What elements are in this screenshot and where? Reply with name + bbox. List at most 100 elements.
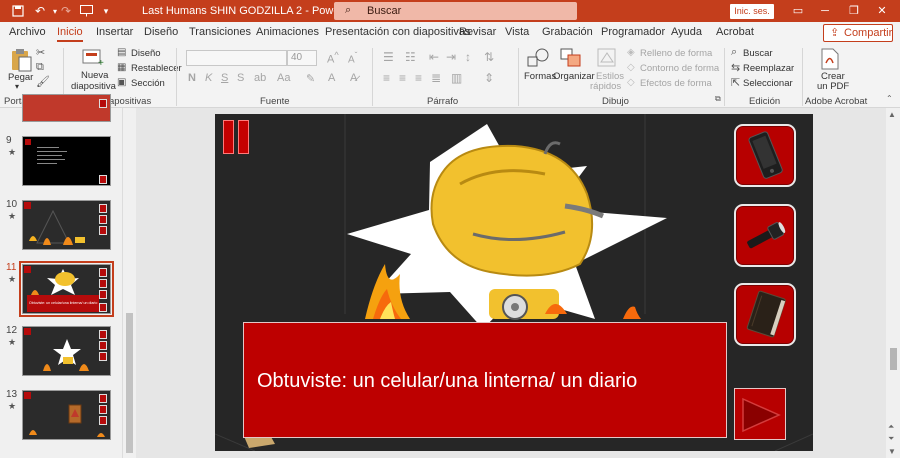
new-slide-icon[interactable]: + — [82, 48, 104, 71]
undo-icon[interactable]: ↶ — [32, 3, 48, 19]
next-slide-icon[interactable]: ⏷ — [888, 434, 894, 444]
bullets-icon[interactable]: ☰ — [383, 50, 394, 64]
increase-indent-icon[interactable]: ⇥ — [446, 50, 456, 64]
reset-icon[interactable]: ▦ — [117, 62, 126, 73]
char-spacing-icon[interactable]: ab — [254, 72, 266, 84]
new-slide-label-2[interactable]: diapositiva — [71, 81, 116, 92]
tab-vista[interactable]: Vista — [505, 26, 529, 38]
tab-revisar[interactable]: Revisar — [459, 26, 496, 38]
slide-thumbnail-10[interactable] — [22, 200, 111, 250]
sign-in-button[interactable]: Inic. ses. — [730, 4, 774, 19]
slide-thumbnail-pane[interactable]: 9 ★ 10 ★ 11 ★ Obtuviste: un celular/una … — [0, 94, 122, 458]
find-icon[interactable]: ⌕ — [731, 46, 737, 59]
change-case-icon[interactable]: Aa — [277, 72, 290, 84]
font-family-select[interactable] — [186, 50, 287, 66]
underline-icon[interactable]: S — [221, 72, 228, 84]
customize-qat-icon[interactable]: ▾ — [98, 3, 114, 19]
slide-thumbnail-13[interactable] — [22, 390, 111, 440]
slide-thumbnail-9[interactable] — [22, 136, 111, 186]
cut-icon[interactable]: ✂ — [36, 46, 45, 59]
columns-icon[interactable]: ▥ — [451, 71, 462, 85]
shapes-icon[interactable] — [527, 48, 549, 71]
tab-ayuda[interactable]: Ayuda — [671, 26, 702, 38]
arrange-button[interactable]: Organizar — [553, 71, 595, 82]
increase-font-icon[interactable]: A^ — [327, 50, 339, 66]
decrease-font-icon[interactable]: Aˇ — [348, 50, 357, 65]
shape-effects-icon[interactable]: ◇ — [627, 77, 635, 88]
decrease-indent-icon[interactable]: ⇤ — [429, 50, 439, 64]
restore-icon[interactable]: ❐ — [846, 3, 862, 19]
font-size-select[interactable]: 40 — [287, 50, 317, 66]
shape-outline-button[interactable]: Contorno de forma — [640, 63, 719, 74]
search-input[interactable]: ⌕ Buscar — [334, 2, 577, 20]
create-pdf-label-2[interactable]: un PDF — [817, 81, 849, 92]
shape-fill-icon[interactable]: ◈ — [627, 47, 635, 58]
ribbon-display-options-icon[interactable]: ▭ — [790, 3, 806, 19]
item-button-flashlight[interactable] — [734, 204, 796, 267]
share-button[interactable]: ⇪ Compartir — [823, 24, 893, 42]
slide-thumbnail-11[interactable]: Obtuviste: un celular/una linterna/ un d… — [19, 261, 114, 317]
format-painter-icon[interactable]: 🖌 — [36, 75, 50, 88]
tab-insertar[interactable]: Insertar — [96, 26, 133, 38]
tab-animaciones[interactable]: Animaciones — [256, 26, 319, 38]
font-color-icon[interactable]: A — [328, 72, 335, 84]
tab-presentacion[interactable]: Presentación con diapositivas — [325, 26, 471, 38]
align-right-icon[interactable]: ≡ — [415, 71, 422, 85]
tab-grabacion[interactable]: Grabación — [542, 26, 593, 38]
tab-programador[interactable]: Programador — [601, 26, 665, 38]
slide-thumbnail-12[interactable] — [22, 326, 111, 376]
numbering-icon[interactable]: ☷ — [405, 50, 416, 64]
new-slide-label-1[interactable]: Nueva — [81, 70, 108, 81]
arrange-icon[interactable] — [560, 48, 582, 71]
replace-button[interactable]: Reemplazar — [743, 63, 794, 74]
previous-slide-icon[interactable]: ⏶ — [888, 422, 894, 432]
section-button[interactable]: Sección — [131, 78, 165, 89]
layout-button[interactable]: Diseño — [131, 48, 161, 59]
shape-effects-button[interactable]: Efectos de forma — [640, 78, 712, 89]
pause-button[interactable] — [223, 120, 251, 154]
minimize-icon[interactable]: ─ — [817, 3, 833, 19]
shapes-button[interactable]: Formas — [524, 71, 556, 82]
align-text-icon[interactable]: ⇕ — [484, 71, 494, 85]
select-button[interactable]: Seleccionar — [743, 78, 793, 89]
tab-diseno[interactable]: Diseño — [144, 26, 178, 38]
close-icon[interactable]: ✕ — [874, 3, 890, 19]
bold-icon[interactable]: N — [188, 72, 196, 84]
paste-dropdown-icon[interactable]: ▾ — [15, 82, 19, 91]
paste-button[interactable]: Pegar — [8, 72, 33, 83]
tab-transiciones[interactable]: Transiciones — [189, 26, 251, 38]
scroll-down-icon[interactable]: ▼ — [888, 447, 896, 456]
tab-inicio[interactable]: Inicio — [57, 26, 83, 42]
drawing-launcher-icon[interactable]: ⧉ — [715, 94, 721, 104]
scroll-thumb[interactable] — [890, 348, 897, 370]
quick-styles-label-2[interactable]: rápidos — [590, 81, 621, 92]
align-center-icon[interactable]: ≡ — [399, 71, 406, 85]
present-from-start-icon[interactable] — [78, 3, 94, 19]
redo-icon[interactable]: ↷ — [58, 3, 74, 19]
justify-icon[interactable]: ≣ — [431, 71, 441, 85]
scroll-up-icon[interactable]: ▲ — [888, 110, 896, 119]
shape-fill-button[interactable]: Relleno de forma — [640, 48, 712, 59]
copy-icon[interactable]: ⧉ — [36, 61, 44, 74]
section-icon[interactable]: ▣ — [117, 77, 126, 88]
find-button[interactable]: Buscar — [743, 48, 773, 59]
shape-outline-icon[interactable]: ◇ — [627, 62, 635, 73]
select-icon[interactable]: ⇱ — [731, 76, 740, 89]
replace-icon[interactable]: ⇆ — [731, 61, 740, 74]
reset-button[interactable]: Restablecer — [131, 63, 182, 74]
layout-icon[interactable]: ▤ — [117, 47, 126, 58]
collapse-ribbon-icon[interactable]: ⌃ — [886, 94, 893, 103]
item-button-phone[interactable] — [734, 124, 796, 187]
editor-vertical-scrollbar[interactable]: ▲ ⏶ ⏷ ▼ — [886, 108, 900, 458]
align-left-icon[interactable]: ≡ — [383, 71, 390, 85]
text-direction-icon[interactable]: ⇅ — [484, 50, 494, 64]
scroll-thumb[interactable] — [126, 313, 133, 453]
strikethrough-icon[interactable]: S — [237, 72, 244, 84]
tab-archivo[interactable]: Archivo — [9, 26, 46, 38]
highlight-icon[interactable]: ✎ — [306, 72, 315, 85]
italic-icon[interactable]: K — [205, 72, 212, 84]
item-button-diary[interactable] — [734, 283, 796, 346]
quick-styles-icon[interactable] — [597, 48, 617, 71]
next-button[interactable] — [734, 388, 786, 440]
slide-thumbnail-8[interactable] — [22, 94, 111, 122]
